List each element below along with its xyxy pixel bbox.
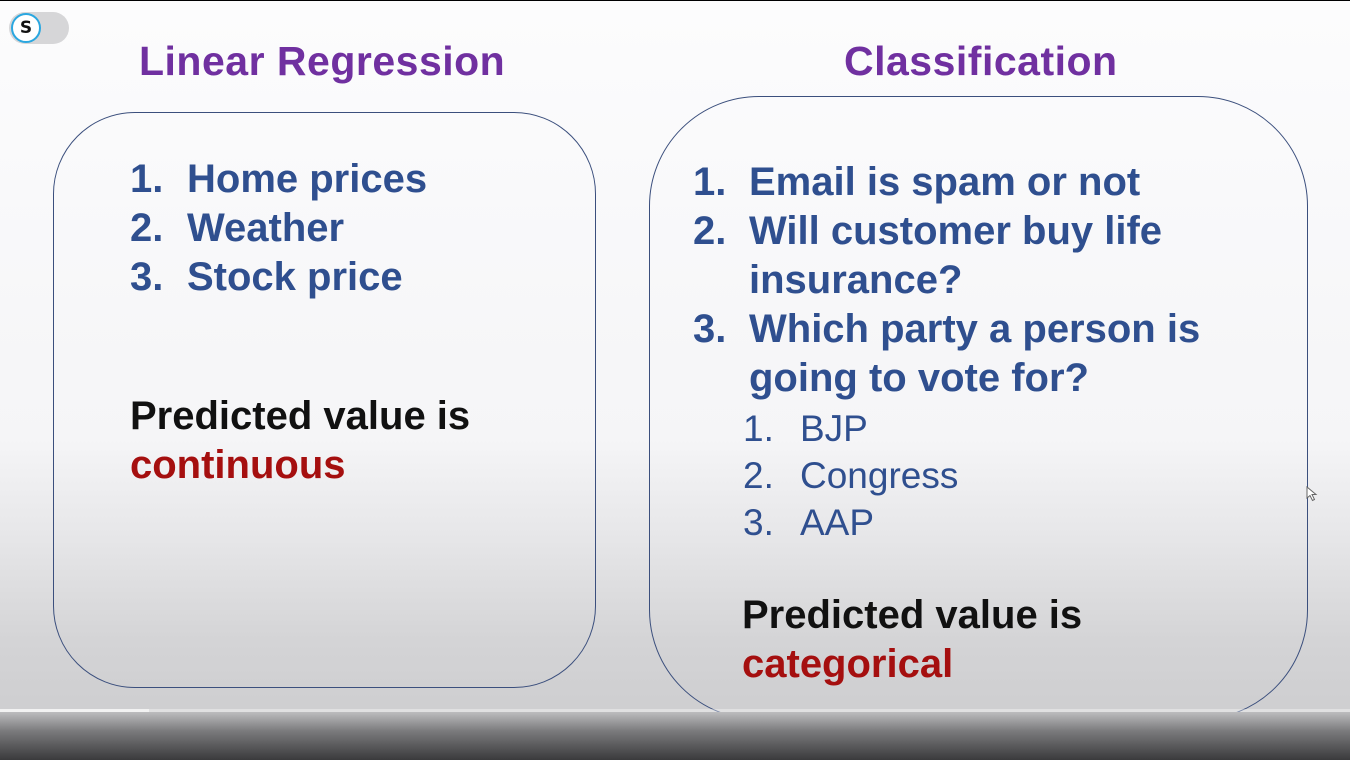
item-text: Email is spam or not (749, 160, 1141, 204)
regression-predicted-note: Predicted value is continuous (130, 392, 470, 490)
item-text: Which party a person is going to vote fo… (749, 307, 1201, 400)
item-number: 3. (130, 255, 164, 299)
item-number: 2. (693, 209, 727, 253)
item-number: 2. (130, 206, 164, 250)
list-item: 3. Stock price (130, 253, 427, 302)
predicted-prefix: Predicted value is (130, 394, 471, 438)
list-item: 2. Weather (130, 204, 427, 253)
item-number: 1. (130, 157, 164, 201)
mouse-cursor-icon (1306, 486, 1318, 502)
item-text: Weather (187, 206, 345, 250)
list-item: 3. Which party a person is going to vote … (693, 305, 1263, 403)
regression-examples-list: 1. Home prices 2. Weather 3. Stock price (130, 155, 427, 302)
item-text: Will customer buy life insurance? (749, 209, 1163, 302)
item-text: Home prices (187, 157, 428, 201)
party-sublist: 1. BJP 2. Congress 3. AAP (743, 405, 958, 546)
classification-title: Classification (844, 38, 1118, 84)
classification-examples-list: 1. Email is spam or not 2. Will customer b… (693, 158, 1263, 403)
item-number: 1. (743, 408, 774, 449)
item-text: BJP (800, 408, 868, 449)
item-number: 2. (743, 455, 774, 496)
list-item: 1. Email is spam or not (693, 158, 1263, 207)
channel-logo-icon[interactable]: S (11, 13, 41, 43)
item-number: 1. (693, 160, 727, 204)
video-controls-bar (0, 712, 1350, 760)
predicted-prefix: Predicted value is (742, 593, 1083, 637)
predicted-type: continuous (130, 443, 346, 487)
list-item: 1. Home prices (130, 155, 427, 204)
linear-regression-title: Linear Regression (139, 38, 506, 84)
sublist-item: 2. Congress (743, 452, 958, 499)
list-item: 2. Will customer buy life insurance? (693, 207, 1263, 305)
sublist-item: 1. BJP (743, 405, 958, 452)
item-text: Congress (800, 455, 959, 496)
item-text: AAP (800, 502, 875, 543)
predicted-type: categorical (742, 642, 954, 686)
top-border (0, 0, 1350, 1)
classification-predicted-note: Predicted value is categorical (742, 591, 1082, 689)
item-number: 3. (693, 307, 727, 351)
item-text: Stock price (187, 255, 403, 299)
logo-letter: S (19, 17, 33, 38)
item-number: 3. (743, 502, 774, 543)
sublist-item: 3. AAP (743, 499, 958, 546)
